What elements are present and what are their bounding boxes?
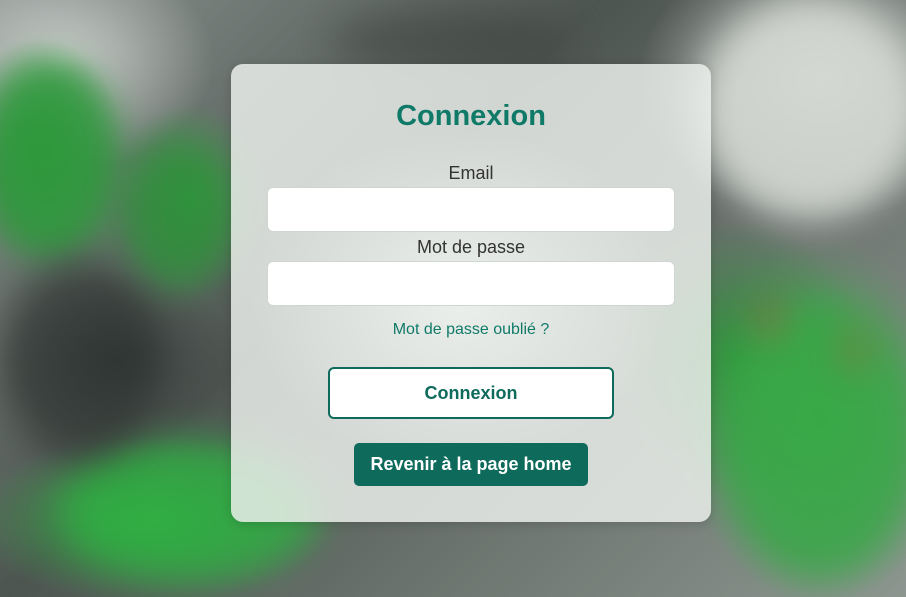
password-label: Mot de passe	[416, 237, 526, 257]
email-label: Email	[448, 163, 494, 183]
login-card: Connexion Email Mot de passe Mot de pass…	[231, 64, 711, 522]
login-title: Connexion	[396, 100, 546, 132]
password-field[interactable]	[267, 261, 675, 306]
back-home-button[interactable]: Revenir à la page home	[354, 443, 588, 486]
email-field[interactable]	[267, 187, 675, 232]
forgot-password-link[interactable]: Mot de passe oublié ?	[231, 321, 711, 339]
login-button[interactable]: Connexion	[328, 367, 614, 419]
